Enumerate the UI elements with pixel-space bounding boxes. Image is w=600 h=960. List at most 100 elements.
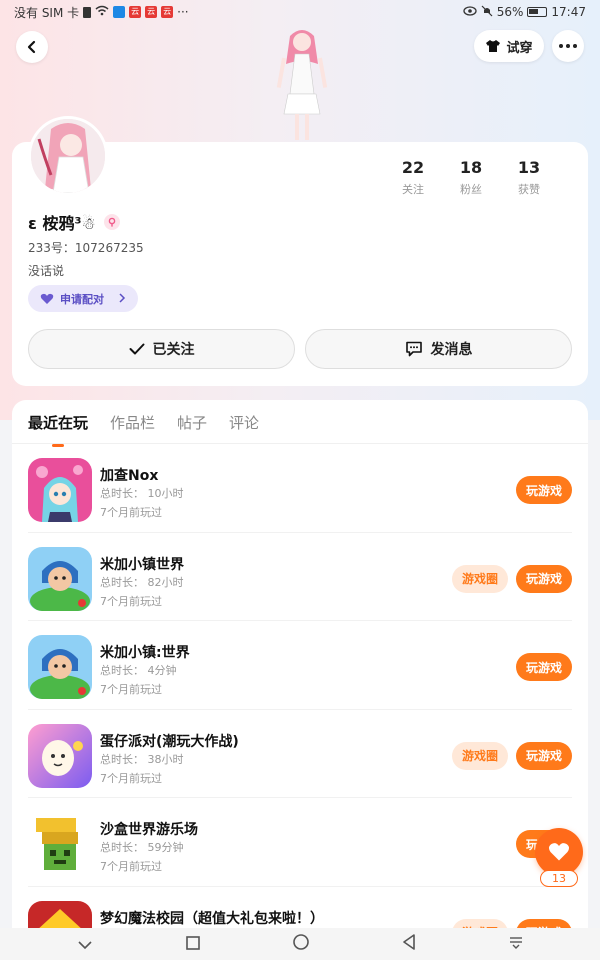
game-duration: 总时长： 82小时 xyxy=(100,575,184,589)
battery-icon xyxy=(527,7,548,17)
game-name: 蛋仔派对(潮玩大作战) xyxy=(100,733,239,750)
notification-badge-2: 云 xyxy=(145,6,158,18)
request-pair-button[interactable]: 申请配对 xyxy=(28,285,138,312)
game-last-played: 7个月前玩过 xyxy=(100,860,162,873)
avatar[interactable] xyxy=(28,116,108,196)
try-on-label: 试穿 xyxy=(506,40,533,56)
game-duration: 总时长： 4分钟 xyxy=(100,664,177,677)
game-name: 米加小镇世界 xyxy=(100,556,184,573)
followers-count: 18 xyxy=(459,158,483,177)
battery-percent: 56% xyxy=(496,5,524,19)
notification-pull-down-icon[interactable] xyxy=(509,935,523,954)
notification-badge-1: 云 xyxy=(129,6,142,18)
send-message-label: 发消息 xyxy=(430,342,473,358)
nickname-row: ε 桉鸦³☃ xyxy=(28,210,120,234)
game-row[interactable]: 沙盒世界游乐场 总时长： 59分钟 7个月前玩过 玩游戏 xyxy=(28,798,572,887)
game-duration: 总时长： 10小时 xyxy=(100,487,184,500)
send-message-button[interactable]: 发消息 xyxy=(305,329,572,369)
likes-count: 13 xyxy=(517,158,541,177)
user-id: 233号：107267235 xyxy=(28,241,144,255)
game-list: 加查Nox 总时长： 10小时 7个月前玩过 玩游戏 米加小镇世界 总时长： 8… xyxy=(12,444,588,960)
game-name: 加查Nox xyxy=(100,468,159,484)
eggy-party-icon[interactable] xyxy=(28,723,92,788)
game-circle-button[interactable]: 游戏圈 xyxy=(452,741,508,770)
more-options-button[interactable] xyxy=(552,30,584,62)
sandbox-playground-icon[interactable] xyxy=(28,812,92,876)
following-count: 22 xyxy=(401,158,425,177)
back-button[interactable] xyxy=(16,31,48,63)
game-name: 沙盒世界游乐场 xyxy=(100,822,198,838)
play-game-button[interactable]: 玩游戏 xyxy=(516,564,572,593)
bio: 没话说 xyxy=(28,264,65,278)
chat-bubble-icon xyxy=(405,341,422,357)
chevron-right-icon xyxy=(119,293,126,303)
play-game-button[interactable]: 玩游戏 xyxy=(516,653,572,681)
game-circle-button[interactable]: 游戏圈 xyxy=(452,564,508,593)
game-row[interactable]: 加查Nox 总时长： 10小时 7个月前玩过 玩游戏 xyxy=(28,444,572,533)
tab-posts[interactable]: 帖子 xyxy=(177,412,207,447)
tab-comments[interactable]: 评论 xyxy=(229,412,259,447)
female-gender-icon xyxy=(103,214,120,230)
followed-label: 已关注 xyxy=(152,342,195,358)
more-dots-icon xyxy=(559,44,577,48)
game-duration: 总时长： 38小时 xyxy=(100,752,184,766)
system-nav-bar xyxy=(0,928,600,960)
gacha-nox-icon[interactable] xyxy=(28,458,92,522)
tab-works[interactable]: 作品栏 xyxy=(110,412,155,447)
heart-icon xyxy=(548,843,570,861)
status-bar: 没有 SIM 卡 云 云 云 ··· 56% 17:47 xyxy=(0,0,600,24)
character-avatar-figure[interactable] xyxy=(262,24,342,144)
like-count-badge: 13 xyxy=(540,870,578,887)
back-arrow-icon xyxy=(27,40,36,54)
tab-label: 评论 xyxy=(229,414,260,432)
tab-label: 作品栏 xyxy=(110,414,156,432)
heart-icon xyxy=(40,293,54,304)
request-pair-label: 申请配对 xyxy=(60,292,104,306)
try-on-button[interactable]: 试穿 xyxy=(474,30,544,62)
check-icon xyxy=(129,343,144,355)
sim-icon xyxy=(83,6,92,18)
wifi-icon xyxy=(95,5,109,19)
floating-like-button[interactable] xyxy=(535,828,583,876)
app-notification-icon xyxy=(113,6,126,18)
likes-label: 获赞 xyxy=(518,183,540,196)
stat-likes[interactable]: 13 获赞 xyxy=(500,158,558,197)
mute-icon xyxy=(481,5,493,20)
game-name: 米加小镇:世界 xyxy=(100,645,190,661)
tab-recently-played[interactable]: 最近在玩 xyxy=(28,412,88,447)
status-right: 56% 17:47 xyxy=(463,5,586,20)
game-last-played: 7个月前玩过 xyxy=(100,683,162,696)
miga-town-world-icon[interactable] xyxy=(28,546,92,611)
miga-town-world-icon[interactable] xyxy=(28,635,92,699)
status-left: 没有 SIM 卡 云 云 云 ··· xyxy=(14,4,189,21)
game-last-played: 7个月前玩过 xyxy=(100,771,162,785)
game-name: 梦幻魔法校园（超值大礼包来啦！） xyxy=(100,910,324,927)
more-notifications-icon: ··· xyxy=(177,5,189,19)
tab-label: 最近在玩 xyxy=(28,414,89,432)
following-label: 关注 xyxy=(402,183,424,196)
game-duration: 总时长： 59分钟 xyxy=(100,841,184,854)
notification-badge-3: 云 xyxy=(161,6,174,18)
home-circle-icon[interactable] xyxy=(293,934,309,954)
game-row[interactable]: 米加小镇世界 总时长： 82小时 7个月前玩过 游戏圈 玩游戏 xyxy=(28,533,572,621)
stat-following[interactable]: 22 关注 xyxy=(384,158,442,197)
tshirt-icon xyxy=(486,40,501,52)
followed-button[interactable]: 已关注 xyxy=(28,329,295,369)
back-triangle-icon[interactable] xyxy=(402,934,416,954)
nickname: ε 桉鸦³☃ xyxy=(28,214,96,233)
recents-square-icon[interactable] xyxy=(185,935,200,954)
profile-tabs: 最近在玩 作品栏 帖子 评论 xyxy=(28,412,259,447)
play-game-button[interactable]: 玩游戏 xyxy=(516,741,572,770)
games-panel: 最近在玩 作品栏 帖子 评论 加查Nox 总时长： 10小时 7个月前玩过 玩游… xyxy=(12,400,588,960)
chevron-down-icon[interactable] xyxy=(77,935,93,954)
game-row[interactable]: 米加小镇:世界 总时长： 4分钟 7个月前玩过 玩游戏 xyxy=(28,621,572,710)
carrier-text: 没有 SIM 卡 xyxy=(14,5,80,20)
clock: 17:47 xyxy=(551,5,586,19)
eye-icon xyxy=(463,5,477,19)
game-last-played: 7个月前玩过 xyxy=(100,506,162,519)
game-last-played: 7个月前玩过 xyxy=(100,594,162,608)
stats-row: 22 关注 18 粉丝 13 获赞 xyxy=(384,158,558,197)
play-game-button[interactable]: 玩游戏 xyxy=(516,476,572,504)
game-row[interactable]: 蛋仔派对(潮玩大作战) 总时长： 38小时 7个月前玩过 游戏圈 玩游戏 xyxy=(28,710,572,798)
stat-followers[interactable]: 18 粉丝 xyxy=(442,158,500,197)
